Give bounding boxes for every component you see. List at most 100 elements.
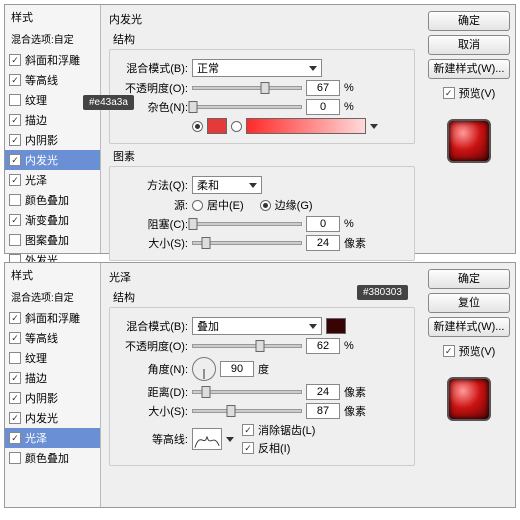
style-item-7[interactable]: 颜色叠加 (5, 448, 100, 468)
style-check[interactable] (9, 392, 21, 404)
size-slider[interactable] (192, 241, 302, 245)
chevron-down-icon[interactable] (226, 437, 234, 442)
opacity-value[interactable]: 67 (306, 80, 340, 96)
settings-area: #e43a3a 内发光 结构 混合模式(B): 正常 不透明度(O): 67 %… (101, 5, 423, 253)
style-item-0[interactable]: 斜面和浮雕 (5, 50, 100, 70)
style-check[interactable] (9, 54, 21, 66)
style-check[interactable] (9, 114, 21, 126)
elements-title: 图素 (113, 148, 415, 164)
panel-title: 内发光 (109, 11, 415, 27)
style-check[interactable] (9, 312, 21, 324)
style-item-4[interactable]: 内阴影 (5, 130, 100, 150)
style-label: 描边 (25, 112, 47, 128)
style-check[interactable] (9, 352, 21, 364)
style-check[interactable] (9, 332, 21, 344)
color-swatch[interactable] (326, 318, 346, 334)
source-edge-radio[interactable] (260, 200, 271, 211)
size-value[interactable]: 87 (306, 403, 340, 419)
angle-dial[interactable] (192, 357, 216, 381)
style-item-7[interactable]: 颜色叠加 (5, 190, 100, 210)
style-check[interactable] (9, 174, 21, 186)
style-check[interactable] (9, 234, 21, 246)
style-item-5[interactable]: 内发光 (5, 150, 100, 170)
distance-value[interactable]: 24 (306, 384, 340, 400)
reset-button[interactable]: 复位 (428, 293, 510, 313)
style-check[interactable] (9, 194, 21, 206)
style-check[interactable] (9, 412, 21, 424)
opacity-label: 不透明度(O): (118, 338, 188, 354)
ok-button[interactable]: 确定 (428, 269, 510, 289)
distance-slider[interactable] (192, 390, 302, 394)
blend-mode-label: 混合模式(B): (118, 60, 188, 76)
style-label: 光泽 (25, 430, 47, 446)
style-item-1[interactable]: 等高线 (5, 328, 100, 348)
style-item-1[interactable]: 等高线 (5, 70, 100, 90)
panel-title: 光泽 (109, 269, 415, 285)
styles-sidebar: 样式 混合选项:自定 斜面和浮雕等高线纹理描边内阴影内发光光泽颜色叠加渐变叠加图… (5, 5, 101, 253)
style-item-2[interactable]: 纹理 (5, 348, 100, 368)
style-item-3[interactable]: 描边 (5, 368, 100, 388)
style-item-8[interactable]: 渐变叠加 (5, 210, 100, 230)
preview-check[interactable] (443, 87, 455, 99)
gradient-picker[interactable] (246, 118, 366, 134)
color-tag: #e43a3a (83, 95, 134, 110)
noise-slider[interactable] (192, 105, 302, 109)
style-item-9[interactable]: 图案叠加 (5, 230, 100, 250)
style-check[interactable] (9, 432, 21, 444)
style-item-6[interactable]: 光泽 (5, 170, 100, 190)
choke-value[interactable]: 0 (306, 216, 340, 232)
technique-select[interactable]: 柔和 (192, 176, 262, 194)
style-check[interactable] (9, 134, 21, 146)
distance-label: 距离(D): (118, 384, 188, 400)
style-label: 等高线 (25, 330, 58, 346)
opacity-value[interactable]: 62 (306, 338, 340, 354)
technique-label: 方法(Q): (118, 177, 188, 193)
styles-sidebar: 样式 混合选项:自定 斜面和浮雕等高线纹理描边内阴影内发光光泽颜色叠加 (5, 263, 101, 507)
style-item-4[interactable]: 内阴影 (5, 388, 100, 408)
style-item-3[interactable]: 描边 (5, 110, 100, 130)
chevron-down-icon[interactable] (370, 124, 378, 129)
new-style-button[interactable]: 新建样式(W)... (428, 317, 510, 337)
ok-button[interactable]: 确定 (428, 11, 510, 31)
style-check[interactable] (9, 94, 21, 106)
style-label: 图案叠加 (25, 232, 69, 248)
style-item-0[interactable]: 斜面和浮雕 (5, 308, 100, 328)
antialias-check[interactable] (242, 424, 254, 436)
style-label: 描边 (25, 370, 47, 386)
style-label: 内阴影 (25, 390, 58, 406)
source-edge-label: 边缘(G) (275, 197, 313, 213)
gradient-radio[interactable] (231, 121, 242, 132)
style-label: 颜色叠加 (25, 192, 69, 208)
blend-mode-select[interactable]: 叠加 (192, 317, 322, 335)
noise-value[interactable]: 0 (306, 99, 340, 115)
opacity-slider[interactable] (192, 86, 302, 90)
style-check[interactable] (9, 74, 21, 86)
blend-options[interactable]: 混合选项:自定 (5, 29, 100, 50)
style-label: 光泽 (25, 172, 47, 188)
size-slider[interactable] (192, 409, 302, 413)
style-check[interactable] (9, 214, 21, 226)
blend-mode-select[interactable]: 正常 (192, 59, 322, 77)
color-radio[interactable] (192, 121, 203, 132)
preview-check[interactable] (443, 345, 455, 357)
style-check[interactable] (9, 154, 21, 166)
contour-picker[interactable] (192, 428, 222, 450)
cancel-button[interactable]: 取消 (428, 35, 510, 55)
source-center-radio[interactable] (192, 200, 203, 211)
preview-label: 预览(V) (459, 85, 496, 101)
opacity-slider[interactable] (192, 344, 302, 348)
size-value[interactable]: 24 (306, 235, 340, 251)
source-center-label: 居中(E) (207, 197, 244, 213)
color-swatch[interactable] (207, 118, 227, 134)
style-check[interactable] (9, 452, 21, 464)
invert-check[interactable] (242, 442, 254, 454)
sidebar-title: 样式 (5, 5, 100, 29)
new-style-button[interactable]: 新建样式(W)... (428, 59, 510, 79)
style-label: 纹理 (25, 350, 47, 366)
blend-options[interactable]: 混合选项:自定 (5, 287, 100, 308)
angle-value[interactable]: 90 (220, 361, 254, 377)
choke-slider[interactable] (192, 222, 302, 226)
style-item-6[interactable]: 光泽 (5, 428, 100, 448)
style-item-5[interactable]: 内发光 (5, 408, 100, 428)
style-check[interactable] (9, 372, 21, 384)
